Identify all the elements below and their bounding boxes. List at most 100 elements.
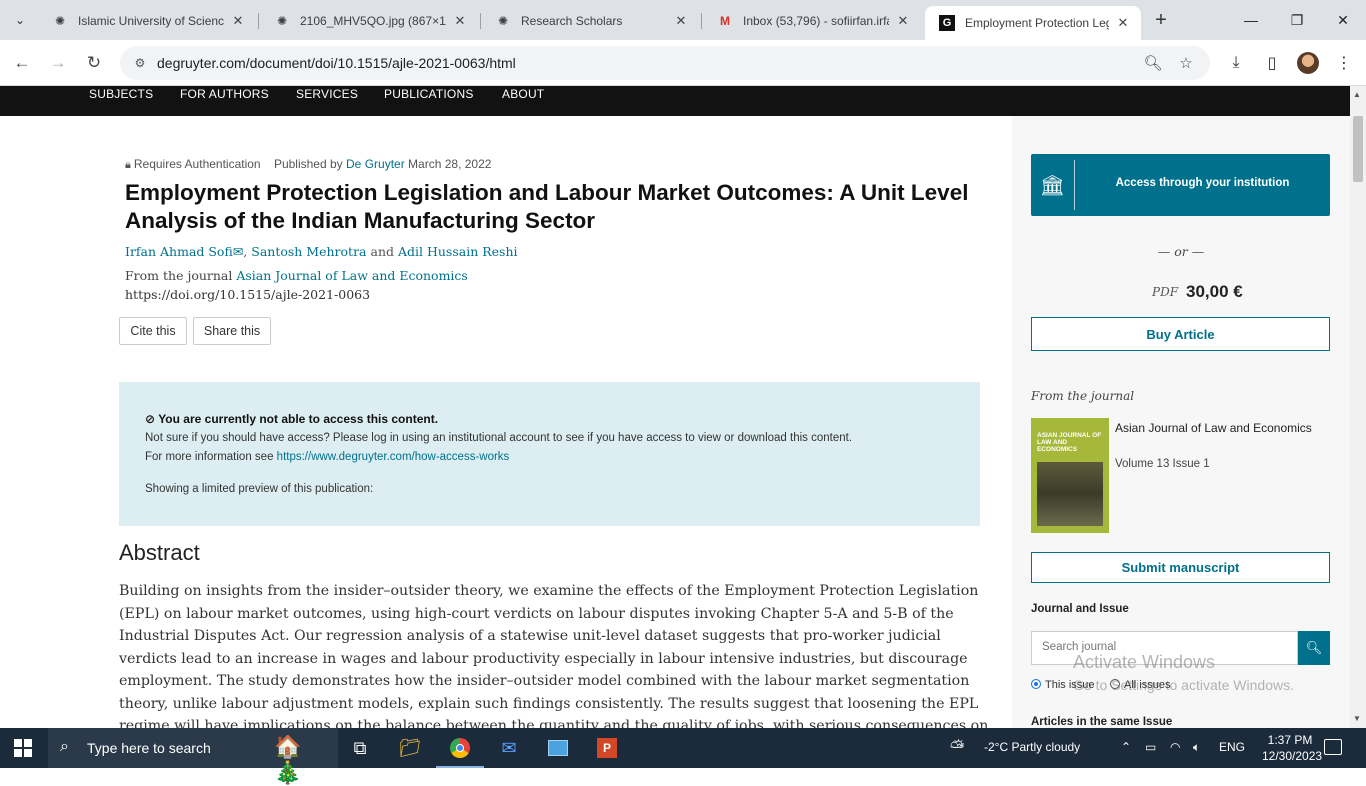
notice-heading: ⊘ You are currently not able to access t… [145, 412, 438, 426]
close-tab-icon[interactable]: ✕ [1115, 15, 1131, 31]
language-indicator[interactable]: ENG [1219, 740, 1245, 754]
site-navigation: SUBJECTS FOR AUTHORS SERVICES PUBLICATIO… [0, 86, 1350, 116]
journal-link[interactable]: Asian Journal of Law and Economics [236, 268, 467, 283]
aperture-icon: ✺ [54, 14, 66, 28]
task-view-icon[interactable]: ⧉ [346, 734, 374, 762]
battery-icon[interactable]: ▭ [1145, 740, 1156, 754]
author-list: Irfan Ahmad Sofi✉, Santosh Mehrotra and … [125, 244, 518, 259]
side-panel-icon[interactable]: ▯ [1260, 51, 1284, 75]
nav-subjects[interactable]: SUBJECTS [89, 87, 153, 101]
publish-date: March 28, 2022 [408, 157, 492, 171]
journal-name-link[interactable]: Asian Journal of Law and Economics [1115, 419, 1325, 438]
tab-search-dropdown-icon[interactable]: ⌄ [8, 8, 32, 32]
holiday-house-icon: 🏠🎄 [274, 734, 302, 785]
zoom-icon[interactable]: 🔍︎ [1143, 53, 1163, 73]
tab-title: 2106_MHV5QO.jpg (867×11 [300, 14, 446, 28]
weather-text[interactable]: -2°C Partly cloudy [984, 740, 1080, 754]
buy-article-button[interactable]: Buy Article [1031, 317, 1330, 351]
taskbar-search-box[interactable]: ⌕ Type here to search 🏠🎄 [48, 728, 338, 785]
volume-icon[interactable]: 🔈︎ [1193, 740, 1200, 755]
article-title: Employment Protection Legislation and La… [125, 180, 969, 233]
notice-line: Not sure if you should have access? Plea… [145, 432, 853, 444]
cover-building-image [1037, 462, 1103, 526]
windows-start-icon[interactable] [14, 739, 32, 757]
author-link[interactable]: Santosh Mehrotra [251, 244, 366, 259]
close-tab-icon[interactable]: ✕ [230, 13, 246, 29]
or-divider: — or — [1157, 244, 1205, 259]
journal-cover-image[interactable]: ASIAN JOURNAL OF LAW AND ECONOMICS [1031, 418, 1109, 533]
url-text: degruyter.com/document/doi/10.1515/ajle-… [157, 55, 516, 71]
nav-for-authors[interactable]: FOR AUTHORS [180, 87, 269, 101]
browser-tab-active[interactable]: G Employment Protection Legi ✕ [925, 6, 1141, 40]
tab-separator [701, 13, 702, 29]
email-icon[interactable]: ✉ [233, 244, 243, 259]
notice-heading-text: You are currently not able to access thi… [158, 412, 439, 426]
institution-icon: 🏛︎ [1031, 160, 1075, 210]
taskbar-clock[interactable]: 1:37 PM 12/30/2023 [1262, 732, 1323, 764]
same-issue-heading: Articles in the same Issue [1031, 716, 1173, 728]
clock-date: 12/30/2023 [1262, 749, 1323, 763]
access-notice: ⊘ You are currently not able to access t… [119, 382, 980, 526]
degruyter-icon: G [939, 15, 955, 31]
browser-tab[interactable]: M Inbox (53,796) - sofiirfan.irfan ✕ [703, 6, 921, 36]
minimize-window-icon[interactable]: — [1239, 8, 1263, 32]
bookmark-star-icon[interactable]: ☆ [1176, 53, 1196, 73]
address-bar[interactable]: ⚙ degruyter.com/document/doi/10.1515/ajl… [120, 46, 1210, 80]
author-link[interactable]: Adil Hussain Reshi [398, 244, 518, 259]
nav-services[interactable]: SERVICES [296, 87, 358, 101]
author-link[interactable]: Irfan Ahmad Sofi [125, 244, 233, 259]
browser-tab[interactable]: ✺ Islamic University of Science ✕ [38, 6, 256, 36]
close-tab-icon[interactable]: ✕ [452, 13, 468, 29]
windows-taskbar: ⌕ Type here to search 🏠🎄 ⧉ 📁︎ ✉ P ⛅︎ -2°… [0, 728, 1366, 785]
file-explorer-icon[interactable]: 📁︎ [396, 734, 424, 762]
wifi-icon[interactable]: ◠ [1170, 740, 1180, 754]
radio-selected-icon [1031, 679, 1041, 689]
abstract-heading: Abstract [119, 540, 200, 565]
forward-arrow-icon[interactable]: → [46, 51, 70, 75]
control-panel-icon[interactable] [544, 734, 572, 762]
mail-icon[interactable]: ✉ [495, 734, 523, 762]
back-arrow-icon[interactable]: ← [10, 51, 34, 75]
nav-about[interactable]: ABOUT [502, 87, 544, 101]
blocked-icon: ⊘ [145, 412, 156, 426]
notice-line: For more information see https://www.deg… [145, 451, 509, 463]
nav-publications[interactable]: PUBLICATIONS [384, 87, 474, 101]
aperture-icon: ✺ [276, 14, 288, 28]
scroll-up-icon[interactable]: ▲ [1353, 90, 1361, 99]
from-journal-label: From the journal [125, 268, 233, 283]
site-settings-icon[interactable]: ⚙ [132, 55, 148, 71]
browser-tab[interactable]: ✺ Research Scholars ✕ [481, 6, 699, 36]
share-this-button[interactable]: Share this [193, 317, 271, 345]
menu-dots-icon[interactable]: ⋮ [1332, 51, 1356, 75]
scroll-down-icon[interactable]: ▼ [1353, 714, 1361, 723]
search-icon[interactable]: 🔍︎ [1298, 631, 1330, 665]
close-window-icon[interactable]: ✕ [1331, 8, 1355, 32]
cite-this-button[interactable]: Cite this [119, 317, 187, 345]
publisher-link[interactable]: De Gruyter [346, 157, 405, 171]
download-icon[interactable]: ⤓ [1224, 51, 1248, 75]
submit-manuscript-button[interactable]: Submit manuscript [1031, 552, 1330, 583]
institution-access-button[interactable]: 🏛︎ Access through your institution [1031, 154, 1330, 216]
powerpoint-icon[interactable]: P [593, 734, 621, 762]
activate-windows-watermark: Activate Windows [1073, 652, 1216, 672]
browser-tab[interactable]: ✺ 2106_MHV5QO.jpg (867×11 ✕ [260, 6, 478, 36]
restore-window-icon[interactable]: ❐ [1285, 8, 1309, 32]
gmail-icon: M [720, 14, 730, 28]
scrollbar-thumb[interactable] [1353, 116, 1363, 182]
notification-icon[interactable] [1324, 739, 1342, 755]
article-main: 🔒︎ Requires Authentication Published by D… [0, 116, 1012, 728]
published-by-label: Published by [273, 157, 343, 171]
show-hidden-icons-icon[interactable]: ⌃ [1121, 740, 1131, 754]
close-tab-icon[interactable]: ✕ [673, 13, 689, 29]
page-scrollbar[interactable]: ▲ ▼ [1350, 86, 1366, 728]
profile-avatar[interactable] [1297, 52, 1319, 74]
new-tab-icon[interactable]: + [1150, 9, 1172, 31]
preview-label: Showing a limited preview of this public… [145, 483, 374, 495]
chrome-icon[interactable] [436, 734, 484, 768]
search-icon: ⌕ [60, 738, 69, 755]
reload-icon[interactable]: ↻ [82, 51, 106, 75]
weather-icon[interactable]: ⛅︎ [950, 737, 964, 758]
article-sidebar: 🏛︎ Access through your institution — or … [1012, 116, 1350, 728]
access-info-link[interactable]: https://www.degruyter.com/how-access-wor… [277, 451, 510, 463]
close-tab-icon[interactable]: ✕ [895, 13, 911, 29]
